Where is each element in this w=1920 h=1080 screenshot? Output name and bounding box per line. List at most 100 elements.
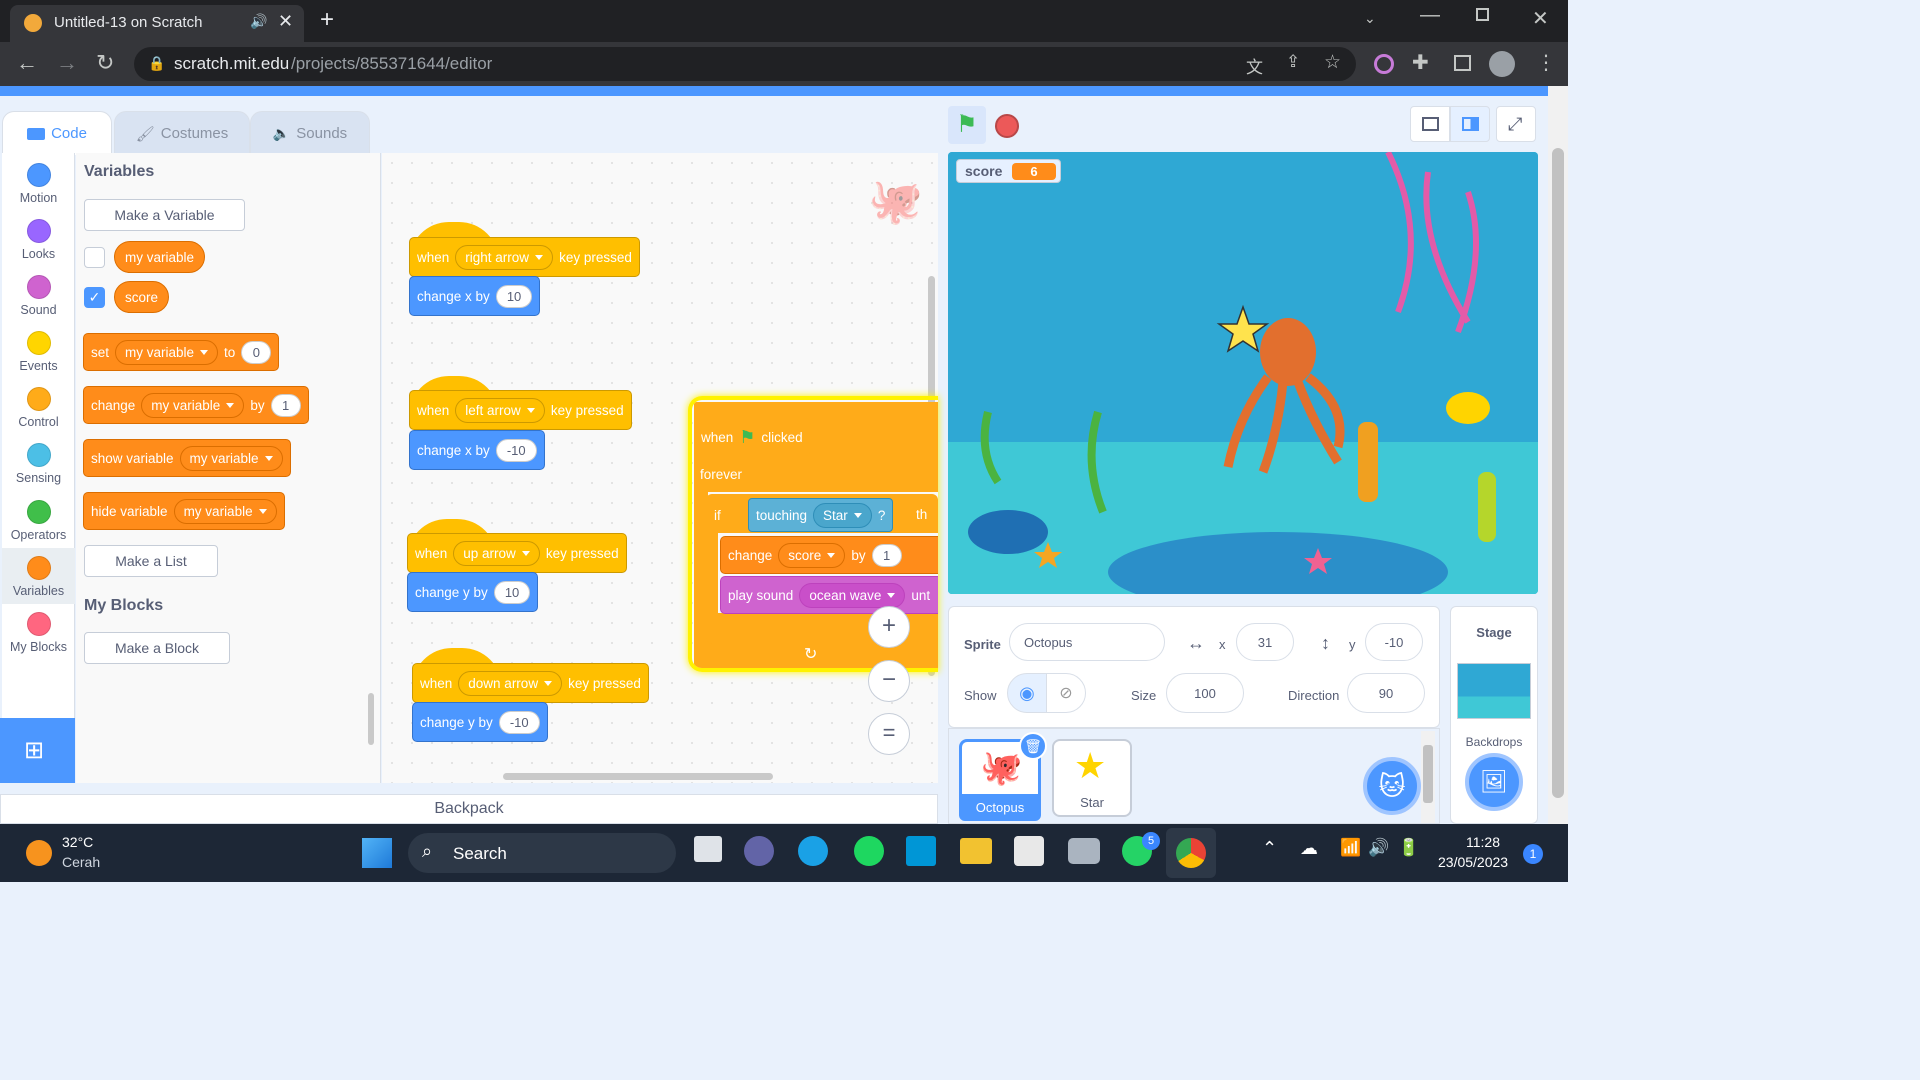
category-looks[interactable]: Looks: [2, 219, 75, 261]
change-value-input[interactable]: 1: [270, 393, 301, 417]
category-my-blocks[interactable]: My Blocks: [2, 612, 75, 654]
stage-selector-panel[interactable]: Stage Backdrops 🖼: [1450, 606, 1538, 824]
extension-button[interactable]: ⊞: [0, 718, 75, 783]
make-variable-button[interactable]: Make a Variable: [84, 199, 245, 231]
url-bar[interactable]: 🔒 scratch.mit.edu /projects/855371644/ed…: [134, 47, 1356, 81]
edge-icon[interactable]: [798, 836, 828, 866]
share-icon[interactable]: ⇪: [1286, 52, 1300, 72]
sound-dropdown[interactable]: ocean wave: [799, 582, 906, 608]
set-value-input[interactable]: 0: [241, 340, 272, 364]
change-y-block-2[interactable]: change y by -10: [412, 702, 548, 742]
chrome-taskbar-button[interactable]: [1166, 828, 1216, 878]
when-key-pressed-block-4[interactable]: when down arrow key pressed: [412, 663, 649, 703]
value-input[interactable]: 10: [495, 284, 533, 308]
taskbar-search[interactable]: ⌕ Search: [408, 833, 676, 873]
small-stage-button[interactable]: [1410, 106, 1450, 142]
change-variable-block[interactable]: change my variable by 1: [83, 386, 309, 424]
delete-sprite-icon[interactable]: 🗑: [1019, 732, 1047, 760]
reporter-my-variable[interactable]: my variable: [114, 241, 206, 273]
stop-button[interactable]: [995, 114, 1019, 138]
category-motion[interactable]: Motion: [2, 163, 75, 205]
weather-desc[interactable]: Cerah: [62, 854, 100, 870]
category-control[interactable]: Control: [2, 387, 75, 429]
green-flag-button[interactable]: ⚑: [948, 106, 986, 144]
hide-var-dropdown[interactable]: my variable: [173, 498, 277, 524]
show-visible-eye-icon[interactable]: ◉: [1007, 673, 1047, 713]
battery-icon[interactable]: 🔋: [1398, 838, 1419, 858]
puzzle-icon[interactable]: ✚: [1412, 50, 1429, 75]
tab-sounds[interactable]: 🔈 Sounds: [250, 111, 370, 155]
checkbox-my-variable[interactable]: [84, 247, 105, 268]
show-var-dropdown[interactable]: my variable: [179, 445, 283, 471]
file-explorer-icon[interactable]: [960, 838, 992, 864]
workspace-h-scrollbar[interactable]: [503, 773, 773, 780]
category-variables[interactable]: Variables: [2, 556, 75, 598]
page-scrollbar[interactable]: [1548, 86, 1568, 824]
fullscreen-button[interactable]: ⤢: [1496, 106, 1536, 142]
reload-icon[interactable]: ↻: [96, 50, 114, 76]
key-dropdown[interactable]: up arrow: [453, 540, 540, 566]
change-x-block-1[interactable]: change x by 10: [409, 276, 541, 316]
when-key-pressed-block-1[interactable]: when right arrow key pressed: [409, 237, 640, 277]
windows-start-icon[interactable]: [362, 838, 392, 868]
category-sound[interactable]: Sound: [2, 275, 75, 317]
clock-time[interactable]: 11:28: [1466, 834, 1500, 850]
change-y-block-1[interactable]: change y by 10: [407, 572, 539, 612]
back-icon[interactable]: ←: [16, 50, 38, 76]
y-input[interactable]: -10: [1365, 623, 1423, 661]
key-dropdown[interactable]: right arrow: [455, 244, 554, 270]
reporter-score[interactable]: score: [114, 281, 170, 313]
zoom-out-icon[interactable]: −: [868, 660, 910, 702]
notification-badge[interactable]: 1: [1523, 844, 1543, 864]
camera-icon[interactable]: [1068, 838, 1100, 864]
play-sound-until-done-block[interactable]: play sound ocean wave unt: [720, 576, 938, 614]
profile-avatar[interactable]: [1489, 51, 1515, 77]
add-sprite-cat-icon[interactable]: 🐱: [1363, 757, 1421, 815]
volume-icon[interactable]: 🔊: [1368, 838, 1389, 858]
myhp-icon[interactable]: [906, 836, 936, 866]
value-input[interactable]: 10: [493, 580, 531, 604]
bookmark-star-icon[interactable]: ☆: [1324, 51, 1341, 74]
touching-block[interactable]: touching Star ?: [748, 498, 894, 532]
weather-temp[interactable]: 32°C: [62, 834, 93, 850]
forward-icon[interactable]: →: [56, 50, 78, 76]
when-key-pressed-block-3[interactable]: when up arrow key pressed: [407, 533, 627, 573]
value-input[interactable]: -10: [498, 710, 540, 734]
key-dropdown[interactable]: down arrow: [458, 670, 563, 696]
make-block-button[interactable]: Make a Block: [84, 632, 230, 664]
store-icon[interactable]: [1014, 836, 1044, 866]
onedrive-cloud-icon[interactable]: ☁: [1300, 838, 1318, 859]
translate-icon[interactable]: 文: [1246, 53, 1263, 78]
key-dropdown[interactable]: left arrow: [455, 397, 545, 423]
browser-tab[interactable]: Untitled-13 on Scratch 🔊 ✕: [10, 5, 304, 42]
clock-date[interactable]: 23/05/2023: [1438, 854, 1508, 870]
set-var-dropdown[interactable]: my variable: [115, 339, 219, 365]
make-list-button[interactable]: Make a List: [84, 545, 218, 577]
menu-icon[interactable]: ⋮: [1536, 50, 1556, 75]
teams-icon[interactable]: [744, 836, 774, 866]
backpack[interactable]: Backpack: [0, 794, 938, 824]
sprite-list-scrollbar[interactable]: [1421, 731, 1435, 823]
value-input[interactable]: -10: [495, 438, 537, 462]
direction-input[interactable]: 90: [1347, 673, 1425, 713]
size-input[interactable]: 100: [1166, 673, 1244, 713]
hide-variable-block[interactable]: hide variable my variable: [83, 492, 285, 530]
close-window-icon[interactable]: ✕: [1532, 6, 1549, 31]
when-flag-clicked-block[interactable]: when ⚑ clicked: [694, 418, 810, 456]
change-score-block[interactable]: change score by 1: [720, 536, 938, 574]
tray-chevron-icon[interactable]: ⌃: [1262, 838, 1277, 859]
change-x-block-2[interactable]: change x by -10: [409, 430, 545, 470]
restore-icon[interactable]: [1476, 8, 1489, 21]
sprite-name-input[interactable]: Octopus: [1009, 623, 1165, 661]
tab-costumes[interactable]: 🖌 Costumes: [114, 111, 250, 155]
set-variable-block[interactable]: set my variable to 0: [83, 333, 280, 371]
add-backdrop-image-icon[interactable]: 🖼: [1465, 753, 1523, 811]
score-dropdown[interactable]: score: [778, 542, 846, 568]
checkbox-score-checked-icon[interactable]: ✓: [84, 287, 105, 308]
show-variable-block[interactable]: show variable my variable: [83, 439, 291, 477]
score-monitor[interactable]: score 6: [956, 159, 1061, 183]
change-var-dropdown[interactable]: my variable: [141, 392, 245, 418]
category-sensing[interactable]: Sensing: [2, 443, 75, 485]
show-hidden-eye-icon[interactable]: ⊘: [1046, 673, 1086, 713]
category-events[interactable]: Events: [2, 331, 75, 373]
